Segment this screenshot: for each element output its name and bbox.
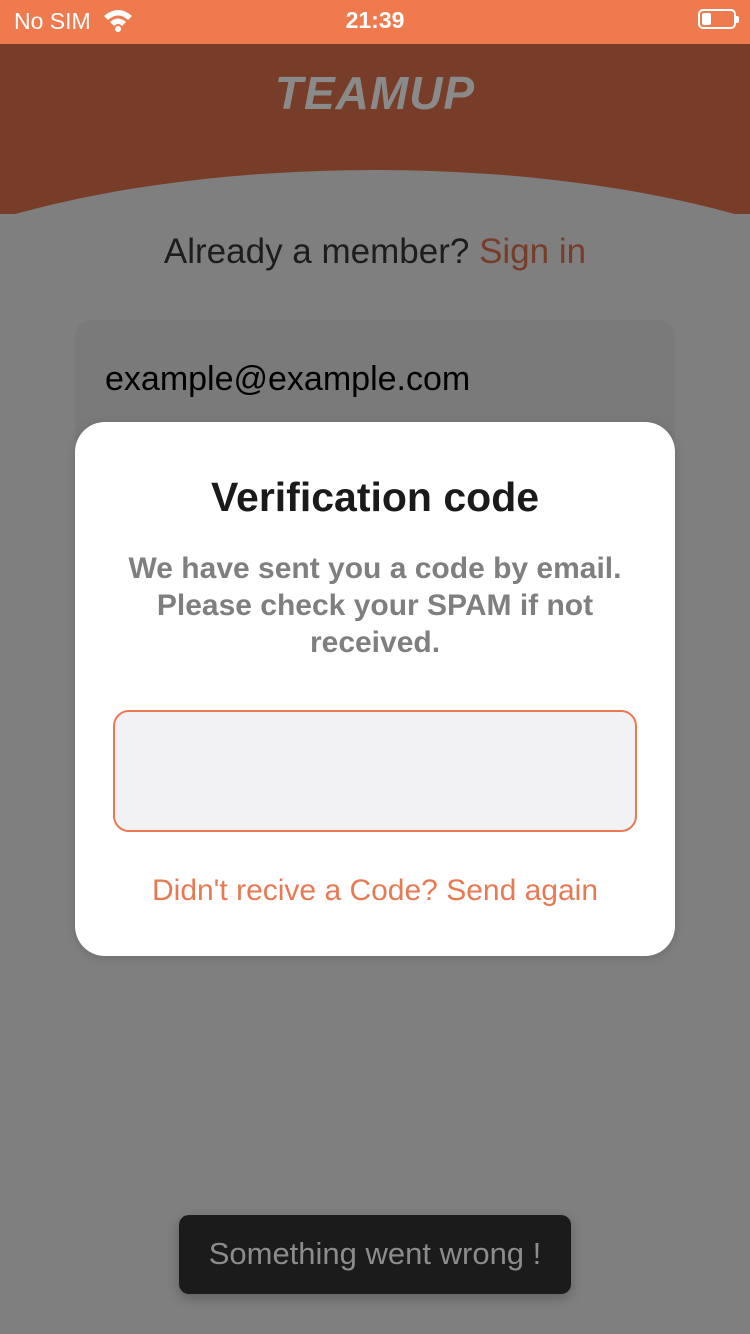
verification-dialog: Verification code We have sent you a cod… <box>75 422 675 956</box>
header-curve <box>0 170 750 214</box>
dialog-title: Verification code <box>210 474 540 520</box>
login-prompt: Already a member? Sign in <box>0 232 750 272</box>
resend-code-link[interactable]: Didn't recive a Code? Send again <box>75 874 675 908</box>
battery-icon <box>698 9 739 29</box>
status-bar: No SIM 21:39 <box>0 0 750 44</box>
error-toast: Something went wrong ! <box>179 1215 571 1294</box>
sign-in-link[interactable]: Sign in <box>479 232 586 271</box>
email-value: example@example.com <box>105 360 471 398</box>
dialog-message: We have sent you a code by email. Please… <box>128 552 622 659</box>
header: TEAMUP <box>0 44 750 214</box>
app-logo: TEAMUP <box>274 67 476 119</box>
toast-message: Something went wrong ! <box>208 1236 542 1271</box>
verification-code-input[interactable] <box>113 710 637 832</box>
login-prompt-text: Already a member? <box>163 232 470 271</box>
clock: 21:39 <box>345 7 405 33</box>
